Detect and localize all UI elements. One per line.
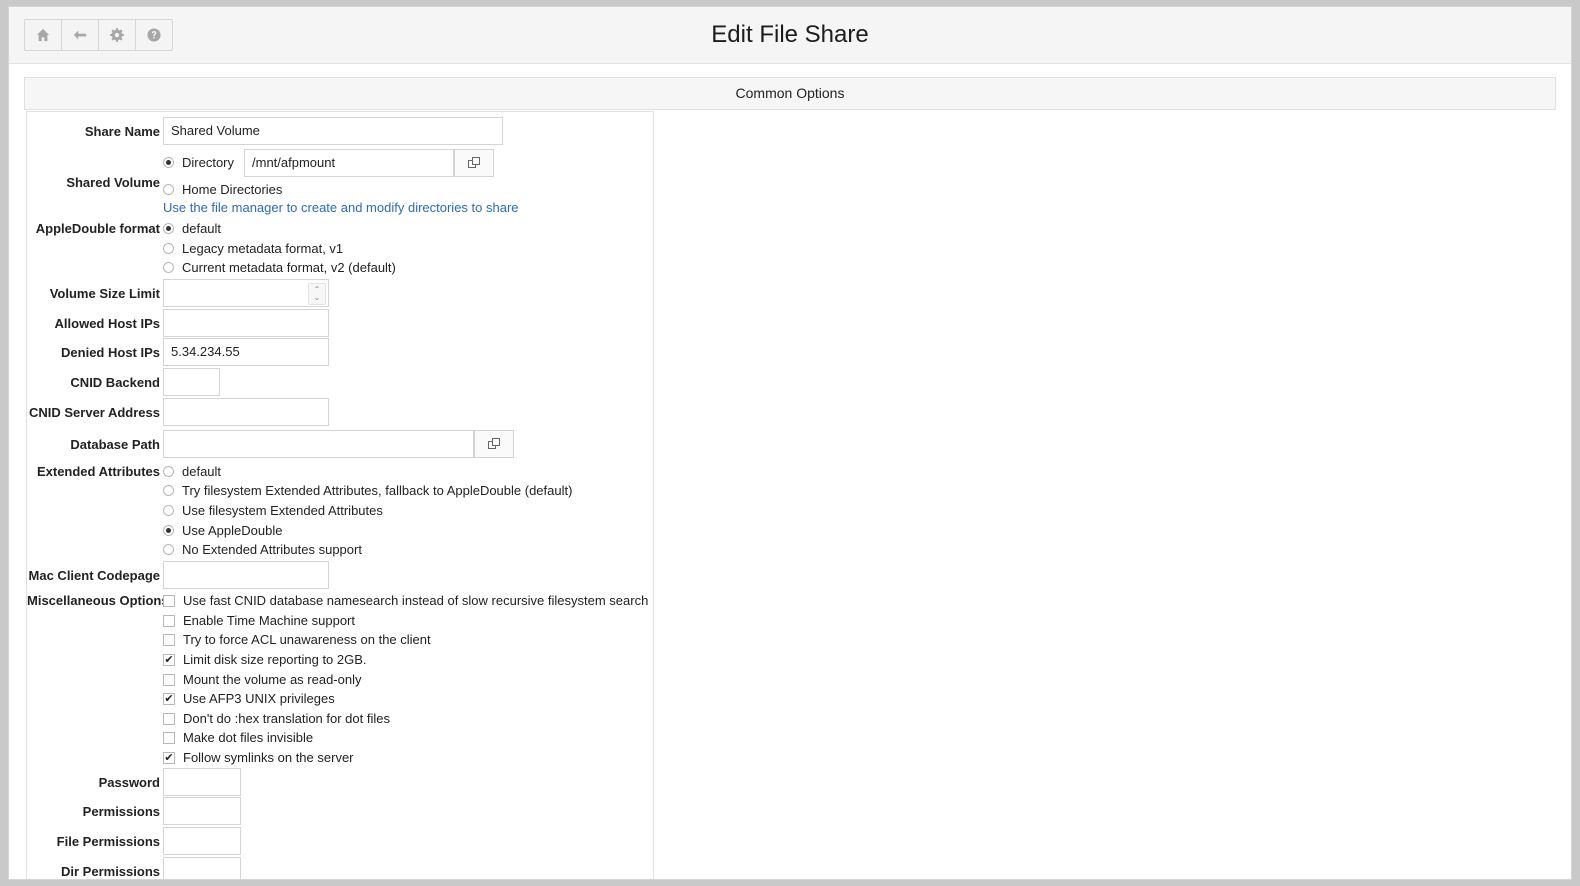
checkbox-fast-cnid[interactable]: Use fast CNID database namesearch instea…	[163, 593, 648, 608]
app-frame: Edit File Share Common Options Share Nam…	[8, 6, 1572, 880]
radio-label: Home Directories	[182, 182, 283, 197]
allowed-host-ips-label: Allowed Host IPs	[54, 316, 160, 331]
mac-client-codepage-label: Mac Client Codepage	[28, 568, 160, 583]
cnid-backend-input[interactable]	[163, 368, 220, 396]
extended-attributes-label: Extended Attributes	[36, 464, 160, 479]
directory-chooser-button[interactable]	[454, 149, 494, 177]
file-permissions-label: File Permissions	[56, 834, 160, 849]
database-path-chooser-button[interactable]	[474, 430, 514, 458]
checkbox-label: Use fast CNID database namesearch instea…	[183, 593, 649, 608]
radio-appledouble-v2[interactable]: Current metadata format, v2 (default)	[163, 260, 396, 275]
checkbox-acl-unaware[interactable]: Try to force ACL unawareness on the clie…	[163, 632, 431, 647]
radio-ea-filesystem[interactable]: Use filesystem Extended Attributes	[163, 503, 383, 518]
radio-button[interactable]	[163, 466, 174, 477]
volume-size-limit-label: Volume Size Limit	[49, 286, 160, 301]
checkbox-read-only[interactable]: Mount the volume as read-only	[163, 672, 361, 687]
mac-client-codepage-input[interactable]	[163, 561, 329, 589]
checkbox[interactable]	[163, 712, 175, 725]
checkbox-time-machine[interactable]: Enable Time Machine support	[163, 613, 355, 628]
radio-button-selected[interactable]	[163, 223, 174, 234]
checkbox-checked[interactable]: ✔	[163, 692, 175, 705]
share-name-label: Share Name	[84, 124, 160, 139]
checkbox-label: Make dot files invisible	[183, 730, 314, 745]
permissions-input[interactable]	[163, 797, 241, 825]
radio-label: No Extended Attributes support	[182, 542, 362, 557]
file-permissions-input[interactable]	[163, 827, 241, 855]
checkbox[interactable]	[163, 614, 175, 627]
permissions-label: Permissions	[82, 804, 160, 819]
appledouble-format-label: AppleDouble format	[35, 221, 160, 236]
radio-label: Use filesystem Extended Attributes	[182, 503, 383, 518]
radio-button[interactable]	[163, 544, 174, 555]
cnid-server-address-label: CNID Server Address	[28, 405, 160, 420]
shared-volume-label: Shared Volume	[66, 175, 160, 190]
checkbox[interactable]	[163, 673, 175, 686]
checkbox-label: Use AFP3 UNIX privileges	[183, 691, 335, 706]
number-stepper[interactable]: ⌃ ⌄	[308, 283, 326, 305]
radio-label: Use AppleDouble	[182, 523, 283, 538]
checkbox-checked[interactable]: ✔	[163, 751, 175, 764]
cnid-server-address-input[interactable]	[163, 398, 329, 426]
file-chooser-icon	[488, 438, 500, 449]
share-name-input[interactable]: Shared Volume	[163, 117, 503, 145]
radio-label: Current metadata format, v2 (default)	[182, 260, 396, 275]
database-path-input[interactable]	[163, 430, 474, 458]
checkbox-limit-disk-size[interactable]: ✔ Limit disk size reporting to 2GB.	[163, 652, 367, 667]
checkbox-label: Don't do :hex translation for dot files	[183, 711, 390, 726]
checkbox[interactable]	[163, 633, 175, 646]
file-chooser-icon	[468, 157, 480, 168]
checkbox-dot-files-invisible[interactable]: Make dot files invisible	[163, 730, 313, 745]
radio-ea-try-fallback[interactable]: Try filesystem Extended Attributes, fall…	[163, 483, 572, 498]
radio-ea-default[interactable]: default	[163, 464, 221, 479]
file-manager-link[interactable]: Use the file manager to create and modif…	[163, 200, 519, 215]
checkbox-label: Mount the volume as read-only	[183, 672, 362, 687]
checkbox-label: Follow symlinks on the server	[183, 750, 354, 765]
radio-label: Legacy metadata format, v1	[182, 241, 344, 256]
radio-label: Try filesystem Extended Attributes, fall…	[182, 483, 573, 498]
section-header-common-options[interactable]: Common Options	[24, 77, 1556, 110]
radio-label: Directory	[182, 155, 235, 170]
dir-permissions-input[interactable]	[163, 857, 241, 879]
checkbox-afp3-privileges[interactable]: ✔ Use AFP3 UNIX privileges	[163, 691, 335, 706]
radio-button[interactable]	[163, 485, 174, 496]
radio-button-selected[interactable]	[163, 157, 174, 168]
radio-button[interactable]	[163, 184, 174, 195]
top-bar: Edit File Share	[9, 7, 1571, 64]
checkbox-label: Limit disk size reporting to 2GB.	[183, 652, 367, 667]
cnid-backend-label: CNID Backend	[70, 375, 160, 390]
checkbox[interactable]	[163, 594, 175, 607]
radio-appledouble-v1[interactable]: Legacy metadata format, v1	[163, 241, 343, 256]
checkbox-label: Enable Time Machine support	[183, 613, 355, 628]
password-input[interactable]	[163, 768, 241, 796]
form-panel: Share Name Shared Volume Shared Volume D…	[26, 111, 654, 879]
checkbox-follow-symlinks[interactable]: ✔ Follow symlinks on the server	[163, 750, 354, 765]
checkbox[interactable]	[163, 731, 175, 744]
checkbox-checked[interactable]: ✔	[163, 653, 175, 666]
radio-home-directories[interactable]: Home Directories	[163, 182, 282, 197]
database-path-label: Database Path	[70, 437, 160, 452]
allowed-host-ips-input[interactable]	[163, 309, 329, 337]
radio-ea-none[interactable]: No Extended Attributes support	[163, 542, 362, 557]
radio-directory[interactable]: Directory	[163, 155, 234, 170]
page-title: Edit File Share	[711, 21, 869, 48]
radio-label: default	[182, 221, 222, 236]
radio-button-selected[interactable]	[163, 525, 174, 536]
checkbox-hex-translation[interactable]: Don't do :hex translation for dot files	[163, 711, 390, 726]
radio-label: default	[182, 464, 222, 479]
misc-options-label: Miscellaneous Options	[27, 593, 169, 608]
checkbox-label: Try to force ACL unawareness on the clie…	[183, 632, 431, 647]
radio-appledouble-default[interactable]: default	[163, 221, 221, 236]
radio-button[interactable]	[163, 262, 174, 273]
volume-size-limit-input[interactable]: ⌃ ⌄	[163, 279, 329, 307]
password-label: Password	[98, 775, 160, 790]
radio-button[interactable]	[163, 505, 174, 516]
dir-permissions-label: Dir Permissions	[61, 864, 160, 879]
chevron-down-icon[interactable]: ⌄	[314, 294, 321, 302]
denied-host-ips-input[interactable]: 5.34.234.55	[163, 338, 329, 366]
directory-path-input[interactable]: /mnt/afpmount	[244, 149, 454, 177]
radio-button[interactable]	[163, 243, 174, 254]
radio-ea-appledouble[interactable]: Use AppleDouble	[163, 523, 282, 538]
denied-host-ips-label: Denied Host IPs	[61, 345, 160, 360]
